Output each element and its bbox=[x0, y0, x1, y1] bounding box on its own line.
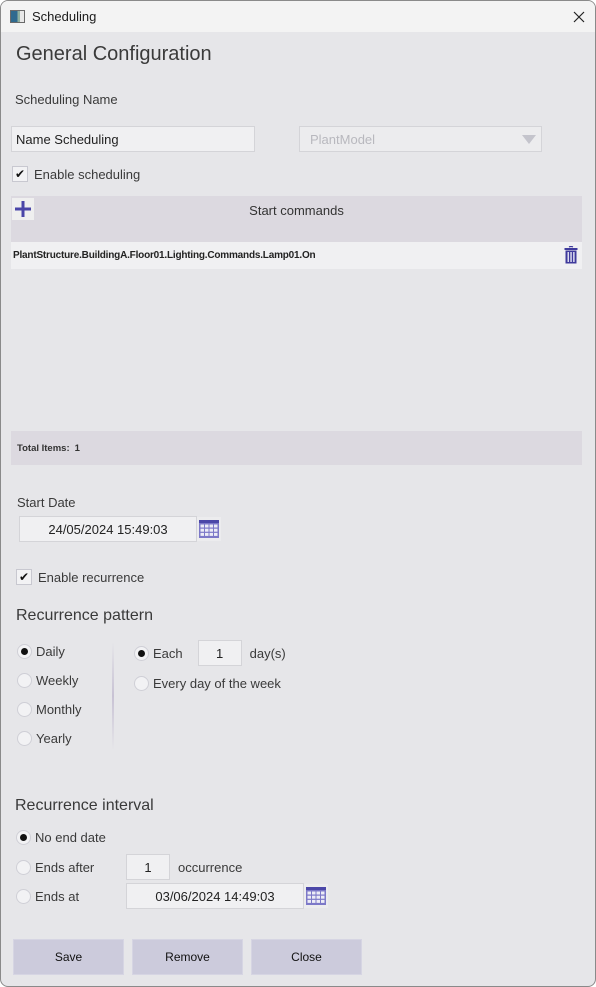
end-date-calendar-button[interactable] bbox=[304, 884, 328, 908]
pattern-weekly-label: Weekly bbox=[36, 673, 79, 688]
no-end-date-row[interactable]: No end date bbox=[16, 830, 106, 845]
calendar-icon bbox=[199, 520, 219, 538]
close-button[interactable]: Close bbox=[251, 939, 362, 975]
start-commands-header: Start commands bbox=[11, 196, 582, 242]
page-title: General Configuration bbox=[16, 43, 212, 65]
daily-each-label: Each bbox=[153, 645, 183, 661]
pattern-weekly-radio[interactable] bbox=[17, 673, 32, 688]
total-items-value: 1 bbox=[74, 442, 80, 454]
occurrence-label: occurrence bbox=[178, 859, 243, 875]
start-date-value: 24/05/2024 15:49:03 bbox=[48, 521, 168, 537]
pattern-option-daily[interactable]: Daily bbox=[17, 644, 82, 659]
total-items-bar: Total Items: 1 bbox=[11, 431, 582, 465]
plant-model-select[interactable]: PlantModel bbox=[299, 126, 542, 152]
ends-at-label: Ends at bbox=[35, 888, 80, 904]
pattern-yearly-radio[interactable] bbox=[17, 731, 32, 746]
scheduling-dialog: Scheduling General Configuration Schedul… bbox=[0, 0, 596, 987]
enable-scheduling-checkbox[interactable]: ✔ bbox=[12, 166, 28, 182]
start-commands-title: Start commands bbox=[249, 203, 344, 218]
ends-at-row: Ends at 03/06/2024 14:49:03 bbox=[16, 883, 328, 909]
every-weekday-label: Every day of the week bbox=[153, 676, 281, 691]
daily-interval-input[interactable]: 1 bbox=[197, 640, 242, 666]
command-list-item[interactable]: PlantStructure.BuildingA.Floor01.Lightin… bbox=[11, 242, 582, 269]
pattern-divider bbox=[112, 642, 114, 750]
recurrence-pattern-options: Daily Weekly Monthly Yearly bbox=[17, 644, 82, 746]
end-date-input[interactable]: 03/06/2024 14:49:03 bbox=[126, 883, 304, 909]
daily-each-radio[interactable] bbox=[134, 645, 149, 661]
command-text: PlantStructure.BuildingA.Floor01.Lightin… bbox=[13, 250, 316, 261]
plant-model-selected: PlantModel bbox=[310, 131, 376, 147]
recurrence-interval-heading: Recurrence interval bbox=[15, 797, 154, 814]
close-window-button[interactable] bbox=[563, 1, 595, 32]
pattern-daily-radio[interactable] bbox=[17, 644, 32, 659]
enable-recurrence-checkbox[interactable]: ✔ bbox=[16, 569, 32, 585]
scheduling-name-input[interactable]: Name Scheduling bbox=[11, 126, 255, 152]
enable-scheduling-label: Enable scheduling bbox=[34, 166, 141, 182]
pattern-yearly-label: Yearly bbox=[36, 731, 72, 746]
start-date-calendar-button[interactable] bbox=[197, 517, 221, 541]
delete-command-button[interactable] bbox=[564, 245, 578, 269]
close-icon bbox=[573, 11, 585, 22]
end-date-value: 03/06/2024 14:49:03 bbox=[155, 888, 275, 904]
scheduling-name-label: Scheduling Name bbox=[15, 92, 118, 107]
every-weekday-radio[interactable] bbox=[134, 676, 149, 691]
every-weekday-row[interactable]: Every day of the week bbox=[134, 676, 281, 691]
trash-icon bbox=[564, 245, 578, 264]
no-end-date-label: No end date bbox=[35, 830, 106, 845]
pattern-option-yearly[interactable]: Yearly bbox=[17, 731, 82, 746]
chevron-down-icon bbox=[522, 135, 536, 144]
start-date-label: Start Date bbox=[17, 495, 76, 510]
remove-button[interactable]: Remove bbox=[132, 939, 243, 975]
app-window-icon bbox=[10, 10, 25, 23]
daily-interval-value: 1 bbox=[216, 645, 224, 661]
pattern-monthly-label: Monthly bbox=[36, 702, 82, 717]
start-date-input[interactable]: 24/05/2024 15:49:03 bbox=[19, 516, 197, 542]
scheduling-name-value: Name Scheduling bbox=[16, 131, 119, 147]
total-items-label: Total Items: bbox=[17, 442, 70, 454]
ends-after-row: Ends after 1 occurrence bbox=[16, 854, 242, 880]
recurrence-pattern-heading: Recurrence pattern bbox=[16, 607, 153, 624]
pattern-monthly-radio[interactable] bbox=[17, 702, 32, 717]
calendar-icon bbox=[306, 887, 326, 905]
title-bar: Scheduling bbox=[1, 1, 595, 32]
no-end-date-radio[interactable] bbox=[16, 830, 31, 845]
occurrence-count-input[interactable]: 1 bbox=[126, 854, 170, 880]
start-date-picker: 24/05/2024 15:49:03 bbox=[19, 516, 221, 542]
enable-recurrence-row: ✔ Enable recurrence bbox=[16, 569, 144, 585]
pattern-daily-label: Daily bbox=[36, 644, 65, 659]
window-title: Scheduling bbox=[32, 9, 97, 24]
ends-after-radio[interactable] bbox=[16, 859, 31, 875]
enable-recurrence-label: Enable recurrence bbox=[38, 569, 145, 585]
save-button[interactable]: Save bbox=[13, 939, 124, 975]
daily-unit-label: day(s) bbox=[249, 645, 286, 661]
pattern-option-weekly[interactable]: Weekly bbox=[17, 673, 82, 688]
occurrence-count-value: 1 bbox=[144, 859, 152, 875]
ends-at-radio[interactable] bbox=[16, 888, 31, 904]
enable-scheduling-row: ✔ Enable scheduling bbox=[12, 166, 140, 182]
pattern-option-monthly[interactable]: Monthly bbox=[17, 702, 82, 717]
daily-each-row: Each 1 day(s) bbox=[134, 640, 286, 666]
ends-after-label: Ends after bbox=[35, 859, 95, 875]
